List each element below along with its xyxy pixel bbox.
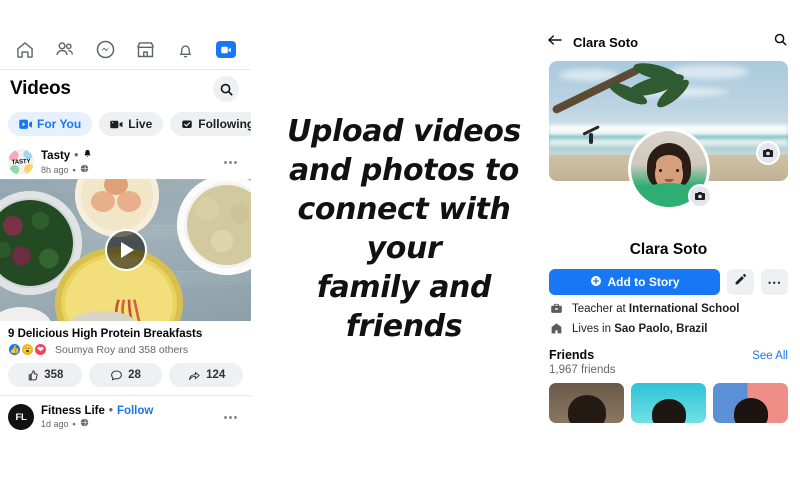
friend-thumbnail[interactable] [549, 383, 624, 423]
post-header-fitness-life: FL Fitness Life • Follow 1d ago • ⋯ [0, 396, 251, 434]
add-to-story-button[interactable]: Add to Story [549, 269, 720, 295]
camera-icon[interactable] [756, 141, 780, 165]
post-header-tasty: Tasty • 8h ago • ⋯ [0, 142, 251, 179]
grain-bowl [177, 179, 251, 275]
check-bag-icon [181, 118, 193, 130]
post-caption: 9 Delicious High Protein Breakfasts [8, 328, 203, 340]
bio-work-text: Teacher at International School [572, 302, 740, 315]
kebab-menu-icon[interactable]: ⋯ [223, 408, 243, 426]
edit-profile-button[interactable] [727, 269, 754, 295]
see-all-friends-link[interactable]: See All [752, 350, 788, 362]
bio-work: Teacher at International School [537, 295, 800, 315]
tab-following-label: Following [198, 117, 251, 131]
like-reaction: 👍 [8, 343, 21, 356]
follow-button[interactable]: Follow [117, 405, 153, 417]
watch-icon[interactable] [209, 36, 243, 64]
facebook-profile-panel: Clara Soto Clara Soto Add to Story ⋯ Tea… [537, 25, 800, 500]
video-play-icon [19, 119, 32, 130]
profile-title: Clara Soto [573, 34, 639, 50]
tab-following[interactable]: Following [170, 112, 251, 136]
back-arrow-icon[interactable] [547, 33, 563, 52]
kebab-menu-icon[interactable]: ⋯ [223, 153, 243, 171]
globe-icon [80, 164, 89, 175]
separator-dot: • [72, 418, 76, 429]
headline-line: and photos to [289, 153, 519, 188]
page-title: Videos [10, 78, 71, 99]
messenger-icon[interactable] [88, 36, 122, 64]
video-filter-tabs: For You Live Following [0, 108, 251, 142]
comment-button[interactable]: 28 [88, 363, 163, 387]
bio-location: Lives in Sao Paolo, Brazil [537, 315, 800, 335]
avatar[interactable]: FL [8, 404, 34, 430]
share-button[interactable]: 124 [169, 363, 244, 387]
friends-count: 1,967 friends [549, 364, 616, 376]
marketplace-icon[interactable] [129, 36, 163, 64]
home-icon[interactable] [8, 36, 42, 64]
headline-line: Upload videos [287, 114, 521, 149]
profile-top-bar: Clara Soto [537, 25, 800, 59]
post-timestamp: 8h ago [41, 164, 69, 175]
reactions-summary[interactable]: 👍 😮 ❤ Soumya Roy and 358 others [0, 343, 251, 361]
profile-avatar[interactable] [627, 128, 712, 210]
avatar[interactable] [8, 148, 34, 175]
post-author-name[interactable]: Fitness Life [41, 405, 105, 417]
friends-title: Friends [549, 348, 595, 362]
separator-dot: • [108, 405, 113, 417]
separator-dot: • [72, 164, 76, 175]
headline-line: friends [345, 309, 463, 344]
kebab-menu-icon: ⋯ [767, 274, 782, 290]
post-action-bar: 358 28 124 [0, 361, 251, 393]
top-navigation-bar [0, 30, 251, 70]
screenshot-root: Videos For You Live Following TASTY Tast… [0, 0, 800, 500]
friend-thumbnail[interactable] [713, 383, 788, 423]
side-plate [0, 307, 52, 321]
add-to-story-label: Add to Story [607, 275, 680, 289]
notifications-icon[interactable] [169, 36, 203, 64]
comment-count: 28 [128, 369, 141, 381]
profile-actions: Add to Story ⋯ [537, 259, 800, 295]
videos-header: Videos [0, 70, 251, 108]
search-icon[interactable] [773, 32, 788, 52]
headline-line: family and [316, 270, 492, 305]
friends-thumbnail-grid [537, 376, 800, 423]
facebook-watch-panel: Videos For You Live Following TASTY Tast… [0, 30, 251, 500]
like-button[interactable]: 358 [8, 363, 82, 387]
friends-icon[interactable] [48, 36, 82, 64]
person-silhouette [589, 133, 593, 144]
love-reaction: ❤ [34, 343, 47, 356]
profile-more-button[interactable]: ⋯ [761, 269, 788, 295]
tab-live-label: Live [128, 117, 153, 131]
friends-section-header: Friends See All [537, 335, 800, 362]
profile-name: Clara Soto [629, 241, 708, 258]
briefcase-icon [549, 302, 564, 315]
reactions-text: Soumya Roy and 358 others [55, 343, 189, 356]
video-thumbnail[interactable] [0, 179, 251, 321]
plus-circle-icon [590, 275, 602, 290]
live-camera-icon [110, 119, 123, 130]
play-icon[interactable] [104, 229, 147, 271]
bell-icon[interactable] [82, 148, 93, 163]
post-author-name[interactable]: Tasty [41, 150, 70, 162]
tab-live[interactable]: Live [99, 112, 164, 136]
bio-location-text: Lives in Sao Paolo, Brazil [572, 322, 708, 335]
promo-headline: Upload videos and photos to connect with… [262, 112, 546, 346]
separator-dot: • [74, 149, 79, 162]
like-count: 358 [44, 369, 64, 381]
home-building-icon [549, 322, 564, 335]
camera-icon[interactable] [687, 184, 712, 208]
wow-reaction: 😮 [21, 343, 34, 356]
friend-thumbnail[interactable] [631, 383, 706, 423]
headline-line: connect with your [297, 192, 511, 266]
search-icon[interactable] [213, 76, 239, 102]
globe-icon [80, 418, 89, 429]
pencil-icon [734, 273, 747, 291]
tab-for-you-label: For You [37, 117, 82, 131]
post-timestamp: 1d ago [41, 418, 69, 429]
tab-for-you[interactable]: For You [8, 112, 93, 136]
share-count: 124 [206, 369, 226, 381]
